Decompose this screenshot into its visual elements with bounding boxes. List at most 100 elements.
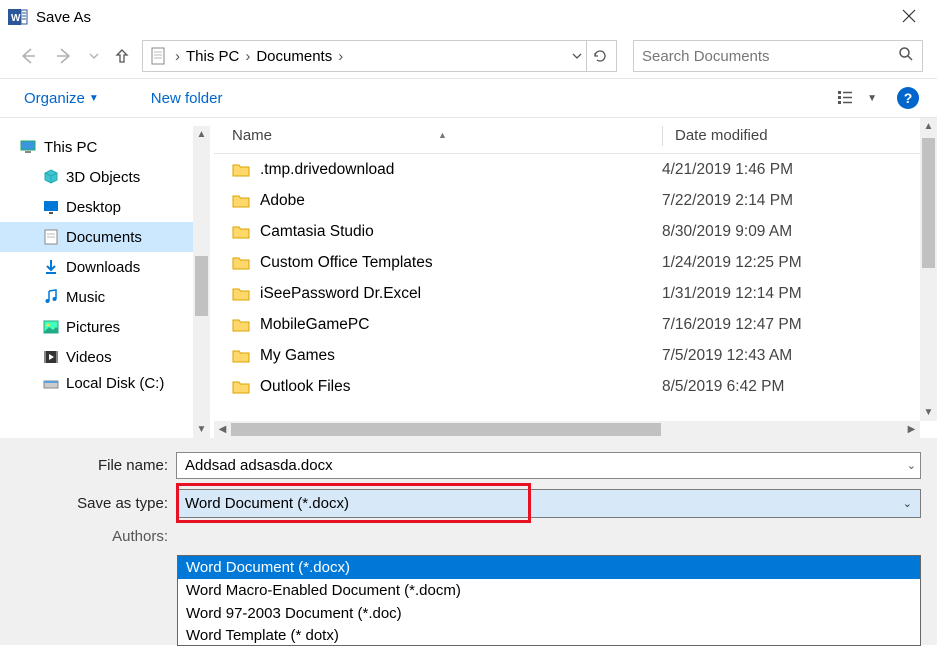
file-list: .tmp.drivedownload4/21/2019 1:46 PMAdobe…: [214, 154, 937, 438]
tree-videos[interactable]: Videos: [0, 342, 210, 372]
command-bar: Organize ▼ New folder ▼ ?: [0, 78, 937, 118]
address-bar[interactable]: › This PC › Documents ›: [142, 40, 617, 72]
search-box[interactable]: [633, 40, 923, 72]
file-name: MobileGamePC: [260, 316, 369, 334]
tree-scrollbar[interactable]: ▲ ▼: [193, 126, 210, 438]
chevron-down-icon[interactable]: ⌄: [903, 497, 912, 510]
file-name: .tmp.drivedownload: [260, 161, 394, 179]
type-dropdown-list: Word Document (*.docx) Word Macro-Enable…: [177, 555, 921, 646]
scroll-down-icon[interactable]: ▼: [193, 421, 210, 438]
file-name: My Games: [260, 347, 335, 365]
file-row[interactable]: iSeePassword Dr.Excel1/31/2019 12:14 PM: [214, 278, 937, 309]
title-bar: W Save As: [0, 0, 937, 34]
breadcrumb-this-pc[interactable]: This PC: [182, 48, 243, 65]
folder-icon: [232, 287, 250, 301]
scroll-left-icon[interactable]: ◀: [214, 424, 231, 435]
tree-label: Pictures: [66, 319, 120, 336]
type-option[interactable]: Word Macro-Enabled Document (*.docm): [178, 579, 920, 602]
chevron-down-icon[interactable]: ⌄: [907, 459, 916, 472]
scroll-up-icon[interactable]: ▲: [920, 118, 937, 135]
view-options-button[interactable]: ▼: [833, 87, 881, 109]
filename-input[interactable]: Addsad adsasda.docx ⌄: [176, 452, 921, 479]
document-icon: [42, 228, 60, 246]
tree-music[interactable]: Music: [0, 282, 210, 312]
file-date: 7/5/2019 12:43 AM: [662, 347, 937, 365]
column-date-header[interactable]: Date modified: [675, 127, 937, 144]
column-label: Date modified: [675, 127, 768, 144]
tree-documents[interactable]: Documents: [0, 222, 210, 252]
file-row[interactable]: .tmp.drivedownload4/21/2019 1:46 PM: [214, 154, 937, 185]
tree-this-pc[interactable]: This PC: [0, 132, 210, 162]
help-button[interactable]: ?: [897, 87, 919, 109]
horizontal-scrollbar[interactable]: ◀ ▶: [214, 421, 920, 438]
close-button[interactable]: [889, 7, 929, 28]
file-row[interactable]: Camtasia Studio8/30/2019 9:09 AM: [214, 216, 937, 247]
tree-label: Downloads: [66, 259, 140, 276]
chevron-right-icon[interactable]: ›: [173, 48, 182, 65]
tree-downloads[interactable]: Downloads: [0, 252, 210, 282]
new-folder-button[interactable]: New folder: [145, 86, 229, 111]
tree-desktop[interactable]: Desktop: [0, 192, 210, 222]
chevron-right-icon[interactable]: ›: [243, 48, 252, 65]
cube-icon: [42, 168, 60, 186]
scroll-thumb[interactable]: [922, 138, 935, 268]
tree-label: Documents: [66, 229, 142, 246]
recent-locations-dropdown[interactable]: [86, 42, 102, 70]
tree-3d-objects[interactable]: 3D Objects: [0, 162, 210, 192]
file-row[interactable]: MobileGamePC7/16/2019 12:47 PM: [214, 309, 937, 340]
tree-local-disk[interactable]: Local Disk (C:): [0, 372, 210, 396]
type-option[interactable]: Word Template (* dotx): [178, 625, 920, 645]
search-icon[interactable]: [898, 46, 914, 66]
file-row[interactable]: My Games 7/5/2019 12:43 AM: [214, 340, 937, 371]
file-row[interactable]: Outlook Files8/5/2019 6:42 PM: [214, 371, 937, 402]
file-row[interactable]: Custom Office Templates1/24/2019 12:25 P…: [214, 247, 937, 278]
organize-button[interactable]: Organize ▼: [18, 86, 105, 111]
file-name: Outlook Files: [260, 378, 350, 396]
pc-icon: [20, 138, 38, 156]
organize-label: Organize: [24, 90, 85, 107]
file-row[interactable]: Adobe7/22/2019 2:14 PM: [214, 185, 937, 216]
tree-pictures[interactable]: Pictures: [0, 312, 210, 342]
forward-button[interactable]: [50, 42, 78, 70]
file-name: Camtasia Studio: [260, 223, 374, 241]
file-list-pane: Name ▲ Date modified .tmp.drivedownload4…: [214, 118, 937, 438]
save-as-type-dropdown[interactable]: Word Document (*.docx) ⌄: [176, 489, 921, 518]
scroll-up-icon[interactable]: ▲: [193, 126, 210, 143]
desktop-icon: [42, 198, 60, 216]
download-icon: [42, 258, 60, 276]
tree-label: Videos: [66, 349, 112, 366]
chevron-down-icon: ▼: [89, 93, 99, 104]
refresh-button[interactable]: [586, 41, 612, 71]
chevron-right-icon[interactable]: ›: [336, 48, 345, 65]
vertical-scrollbar[interactable]: ▲ ▼: [920, 118, 937, 421]
authors-label: Authors:: [16, 528, 176, 545]
address-dropdown-icon[interactable]: [568, 48, 586, 65]
scroll-thumb[interactable]: [195, 256, 208, 316]
scroll-thumb[interactable]: [231, 423, 661, 436]
scroll-down-icon[interactable]: ▼: [920, 404, 937, 421]
type-value: Word Document (*.docx): [185, 495, 349, 512]
new-folder-label: New folder: [151, 90, 223, 107]
column-name-header[interactable]: Name ▲: [232, 127, 662, 144]
tree-label: 3D Objects: [66, 169, 140, 186]
videos-icon: [42, 348, 60, 366]
filename-label: File name:: [16, 457, 176, 474]
up-button[interactable]: [110, 42, 134, 70]
type-option[interactable]: Word Document (*.docx): [178, 556, 920, 579]
back-button[interactable]: [14, 42, 42, 70]
folder-icon: [232, 194, 250, 208]
file-name: Custom Office Templates: [260, 254, 433, 272]
scroll-right-icon[interactable]: ▶: [903, 424, 920, 435]
type-option[interactable]: Word 97-2003 Document (*.doc): [178, 602, 920, 625]
folder-icon: [232, 318, 250, 332]
chevron-down-icon: ▼: [867, 93, 877, 104]
music-icon: [42, 288, 60, 306]
sort-ascending-icon: ▲: [438, 130, 447, 140]
type-label: Save as type:: [16, 495, 176, 512]
folder-icon: [232, 225, 250, 239]
search-input[interactable]: [642, 48, 898, 65]
document-location-icon: [147, 45, 169, 67]
folder-icon: [232, 256, 250, 270]
file-name: Adobe: [260, 192, 305, 210]
breadcrumb-documents[interactable]: Documents: [252, 48, 336, 65]
